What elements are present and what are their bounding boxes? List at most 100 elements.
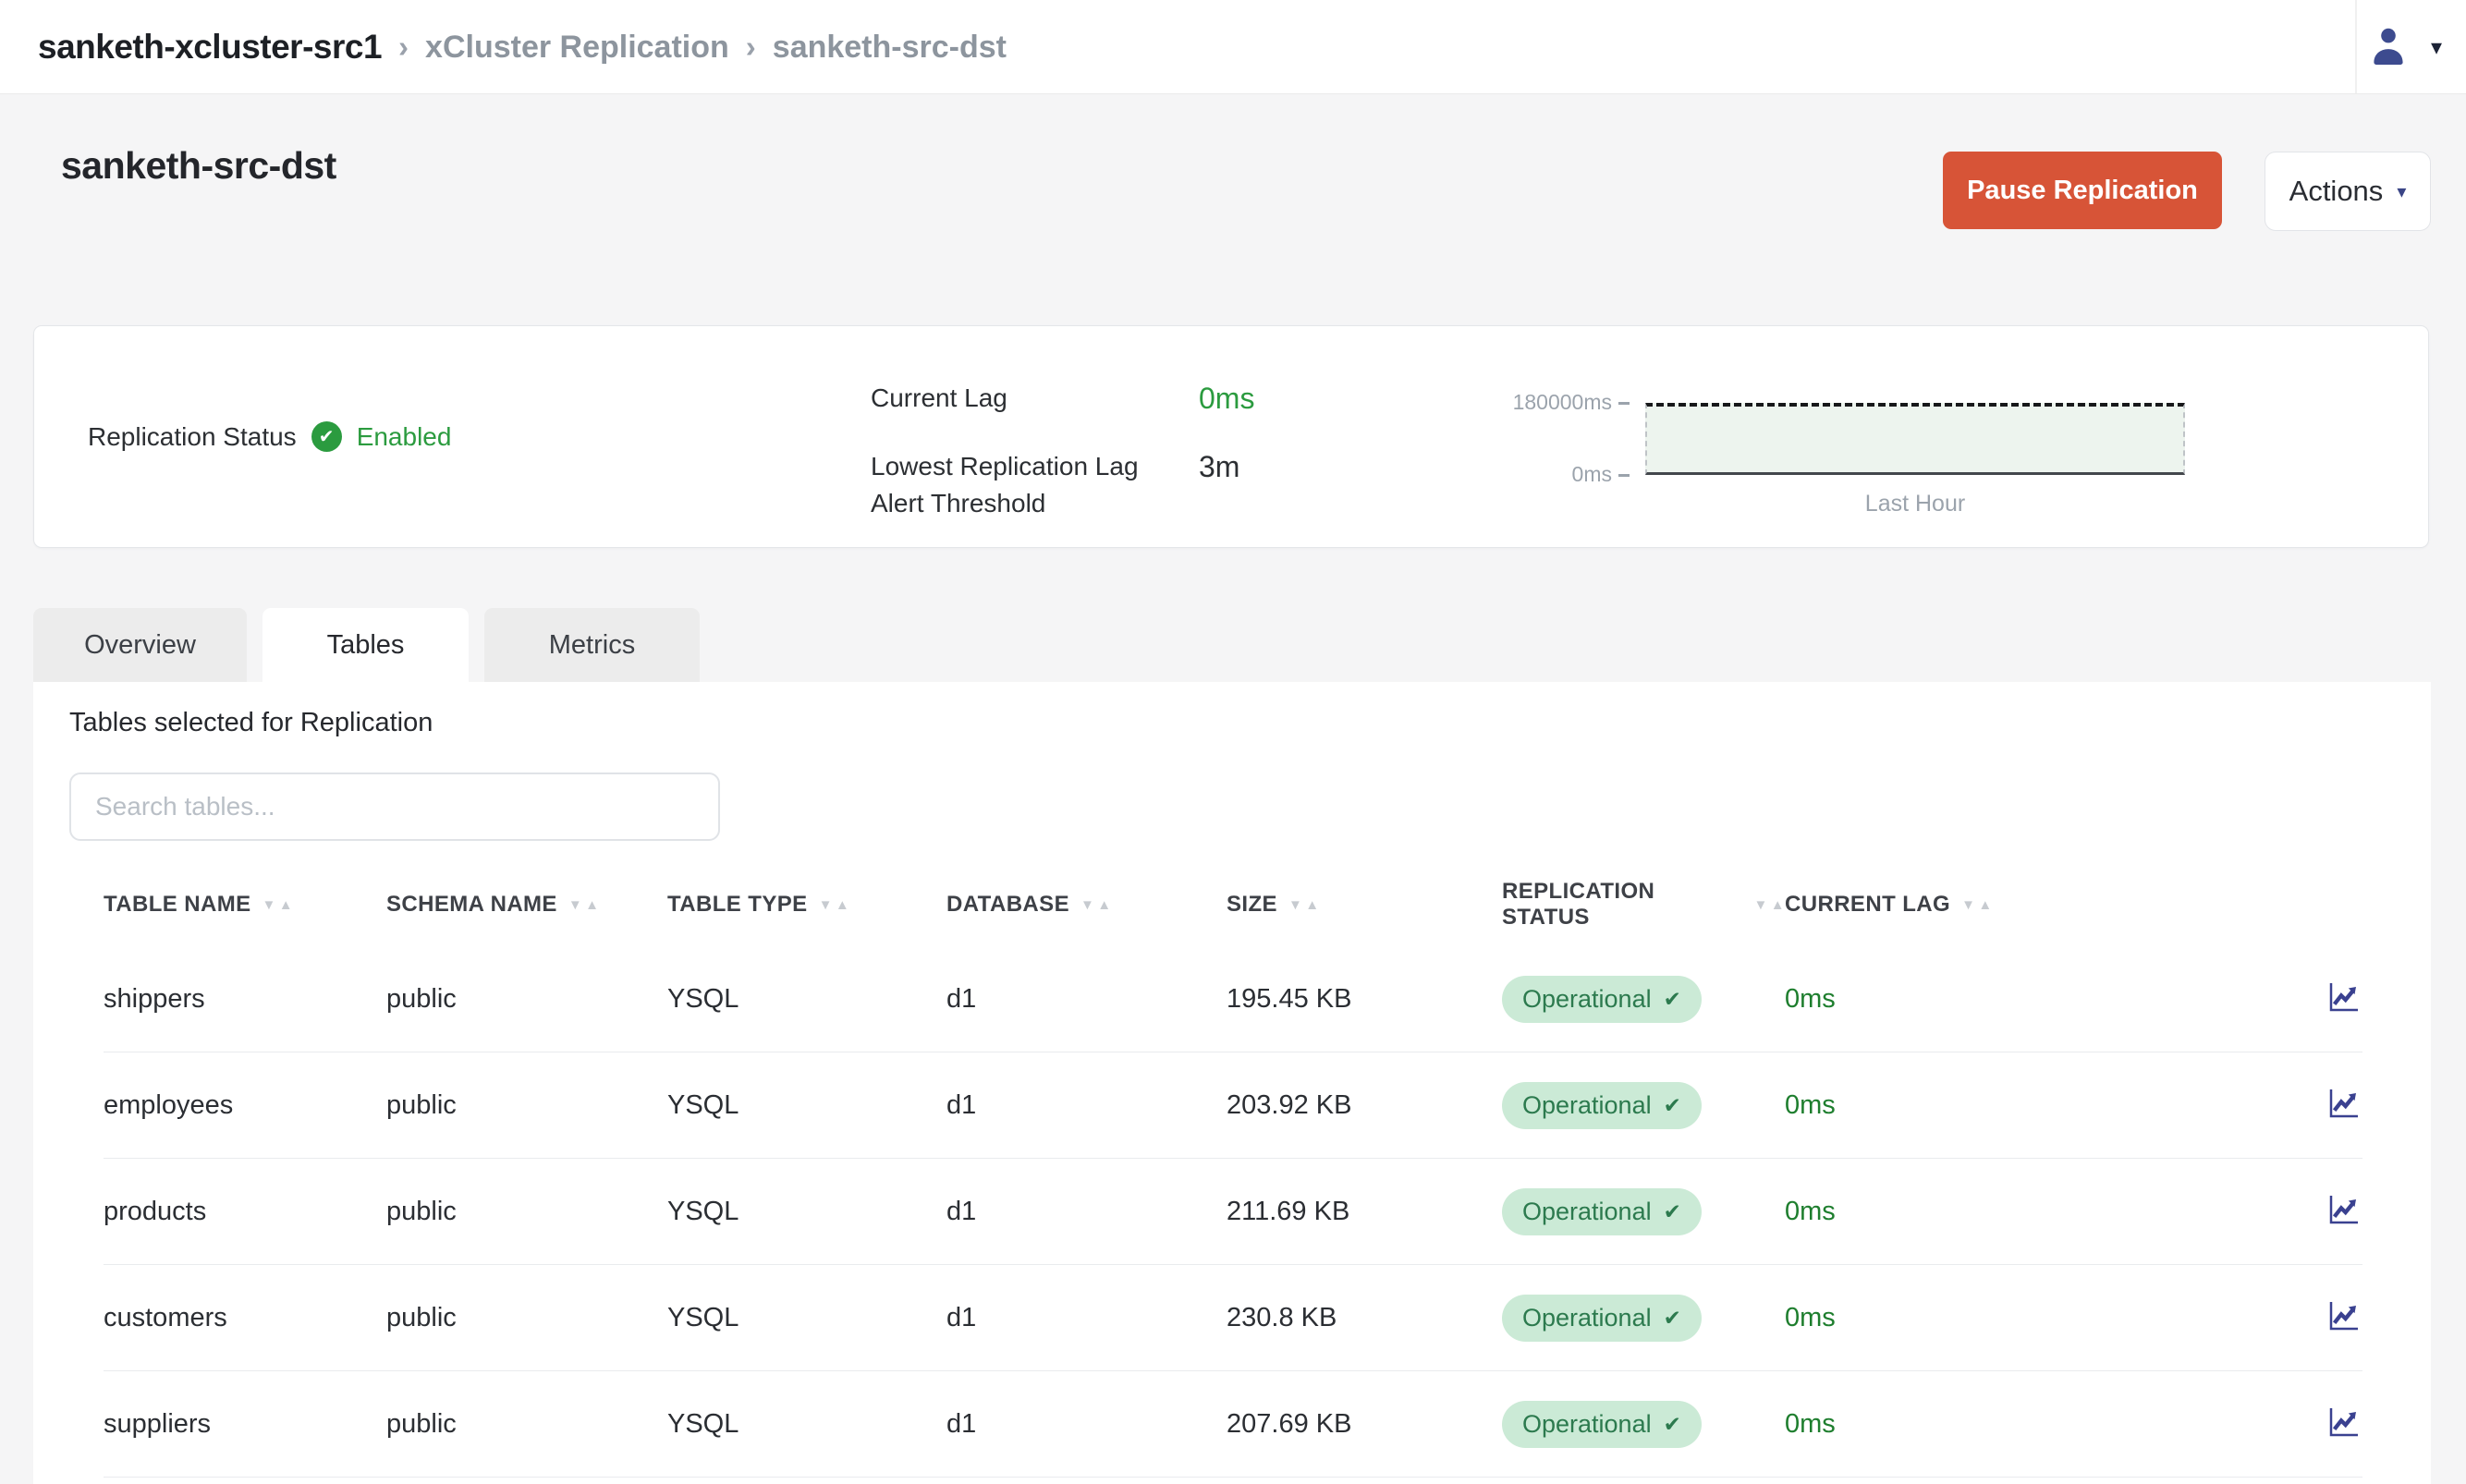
- sort-icons: ▼▲: [568, 897, 600, 913]
- user-icon: [2364, 21, 2412, 74]
- tab-tables[interactable]: Tables: [262, 608, 469, 682]
- cell-schema-name: public: [386, 1409, 667, 1440]
- cell-size: 230.8 KB: [1227, 1303, 1502, 1333]
- cell-database: d1: [946, 1409, 1227, 1440]
- cell-size: 211.69 KB: [1227, 1197, 1502, 1227]
- replication-status-card: Replication Status ✔ Enabled Current Lag…: [33, 325, 2429, 548]
- user-menu[interactable]: ▾: [2364, 0, 2442, 94]
- cell-schema-name: public: [386, 1090, 667, 1121]
- cell-database: d1: [946, 1303, 1227, 1333]
- line-chart-icon: [2326, 1404, 2362, 1445]
- lag-sparkline-chart: 180000ms 0ms Last Hour: [1504, 326, 2243, 547]
- status-badge-label: Operational: [1522, 1304, 1652, 1332]
- cell-size: 195.45 KB: [1227, 984, 1502, 1015]
- actions-label: Actions: [2289, 175, 2384, 208]
- open-lag-graph-button[interactable]: [2326, 1191, 2362, 1233]
- check-icon: ✔: [1664, 987, 1681, 1012]
- table-header: TABLE NAME▼▲SCHEMA NAME▼▲TABLE TYPE▼▲DAT…: [104, 863, 2362, 946]
- column-header[interactable]: SCHEMA NAME▼▲: [386, 892, 667, 918]
- search-input[interactable]: [69, 772, 720, 841]
- status-badge-label: Operational: [1522, 1198, 1652, 1226]
- cell-replication-status: Operational ✔: [1502, 976, 1785, 1023]
- status-badge: Operational ✔: [1502, 1188, 1702, 1235]
- breadcrumb-universe[interactable]: sanketh-xcluster-src1: [38, 28, 382, 67]
- cell-replication-status: Operational ✔: [1502, 1188, 1785, 1235]
- line-chart-icon: [2326, 1297, 2362, 1339]
- open-lag-graph-button[interactable]: [2326, 1085, 2362, 1126]
- cell-table-name: employees: [104, 1090, 386, 1121]
- page-actions: Pause Replication Actions ▾: [1943, 152, 2431, 231]
- breadcrumb-current: sanketh-src-dst: [773, 30, 1007, 66]
- cell-table-name: products: [104, 1197, 386, 1227]
- lag-info: Current Lag 0ms Lowest Replication Lag A…: [871, 380, 1254, 522]
- cell-table-name: customers: [104, 1303, 386, 1333]
- top-navigation-bar: sanketh-xcluster-src1 › xCluster Replica…: [0, 0, 2466, 94]
- sort-icons: ▼▲: [1961, 897, 1993, 913]
- status-badge-label: Operational: [1522, 985, 1652, 1014]
- table-row[interactable]: products public YSQL d1 211.69 KB Operat…: [104, 1159, 2362, 1265]
- cell-size: 207.69 KB: [1227, 1409, 1502, 1440]
- status-badge-label: Operational: [1522, 1091, 1652, 1120]
- page-title: sanketh-src-dst: [61, 144, 336, 188]
- lag-chart-plot-area: [1645, 403, 2185, 475]
- chevron-down-icon: ▾: [2431, 34, 2442, 61]
- chevron-right-icon: ›: [746, 30, 756, 65]
- cell-current-lag: 0ms: [1785, 1303, 2283, 1333]
- open-lag-graph-button[interactable]: [2326, 1297, 2362, 1339]
- status-badge: Operational ✔: [1502, 1401, 1702, 1448]
- current-lag-value: 0ms: [1199, 380, 1254, 417]
- table-row[interactable]: customers public YSQL d1 230.8 KB Operat…: [104, 1265, 2362, 1371]
- replication-tables-table: TABLE NAME▼▲SCHEMA NAME▼▲TABLE TYPE▼▲DAT…: [104, 863, 2362, 1478]
- panel-heading: Tables selected for Replication: [69, 708, 433, 738]
- check-icon: ✔: [1664, 1199, 1681, 1224]
- table-row[interactable]: suppliers public YSQL d1 207.69 KB Opera…: [104, 1371, 2362, 1478]
- open-lag-graph-button[interactable]: [2326, 1404, 2362, 1445]
- tab-bar: Overview Tables Metrics: [33, 608, 700, 682]
- sort-icons: ▼▲: [1080, 897, 1112, 913]
- tab-metrics[interactable]: Metrics: [484, 608, 700, 682]
- open-lag-graph-button[interactable]: [2326, 979, 2362, 1020]
- cell-table-name: shippers: [104, 984, 386, 1015]
- actions-dropdown-button[interactable]: Actions ▾: [2265, 152, 2431, 231]
- pause-replication-button[interactable]: Pause Replication: [1943, 152, 2222, 229]
- cell-table-type: YSQL: [667, 1303, 946, 1333]
- cell-size: 203.92 KB: [1227, 1090, 1502, 1121]
- cell-current-lag: 0ms: [1785, 1197, 2283, 1227]
- column-header[interactable]: CURRENT LAG▼▲: [1785, 892, 2283, 918]
- column-header[interactable]: REPLICATION STATUS▼▲: [1502, 879, 1785, 931]
- tables-panel: Tables selected for Replication TABLE NA…: [33, 682, 2431, 1484]
- tab-overview[interactable]: Overview: [33, 608, 247, 682]
- status-badge: Operational ✔: [1502, 1082, 1702, 1129]
- table-row[interactable]: employees public YSQL d1 203.92 KB Opera…: [104, 1052, 2362, 1159]
- breadcrumb: sanketh-xcluster-src1 › xCluster Replica…: [38, 0, 1007, 94]
- cell-current-lag: 0ms: [1785, 1090, 2283, 1121]
- cell-table-name: suppliers: [104, 1409, 386, 1440]
- lag-threshold-label: Lowest Replication Lag Alert Threshold: [871, 448, 1199, 522]
- y-axis-max-label: 180000ms: [1504, 390, 1630, 415]
- column-header[interactable]: SIZE▼▲: [1227, 892, 1502, 918]
- chevron-down-icon: ▾: [2397, 180, 2406, 203]
- cell-current-lag: 0ms: [1785, 1409, 2283, 1440]
- cell-schema-name: public: [386, 984, 667, 1015]
- current-lag-label: Current Lag: [871, 380, 1199, 417]
- sort-icons: ▼▲: [1754, 897, 1786, 913]
- sort-icons: ▼▲: [819, 897, 850, 913]
- chevron-right-icon: ›: [398, 30, 409, 65]
- line-chart-icon: [2326, 979, 2362, 1020]
- cell-table-type: YSQL: [667, 1197, 946, 1227]
- lag-threshold-value: 3m: [1199, 448, 1254, 522]
- cell-table-type: YSQL: [667, 984, 946, 1015]
- replication-status-value: Enabled: [357, 422, 452, 452]
- cell-schema-name: public: [386, 1303, 667, 1333]
- column-header[interactable]: DATABASE▼▲: [946, 892, 1227, 918]
- breadcrumb-xcluster-replication[interactable]: xCluster Replication: [425, 30, 729, 66]
- status-badge-label: Operational: [1522, 1410, 1652, 1439]
- cell-current-lag: 0ms: [1785, 984, 2283, 1015]
- cell-table-type: YSQL: [667, 1090, 946, 1121]
- check-icon: ✔: [1664, 1306, 1681, 1331]
- table-row[interactable]: shippers public YSQL d1 195.45 KB Operat…: [104, 946, 2362, 1052]
- column-header[interactable]: TABLE NAME▼▲: [104, 892, 386, 918]
- replication-status: Replication Status ✔ Enabled: [88, 326, 451, 547]
- sort-icons: ▼▲: [262, 897, 294, 913]
- column-header[interactable]: TABLE TYPE▼▲: [667, 892, 946, 918]
